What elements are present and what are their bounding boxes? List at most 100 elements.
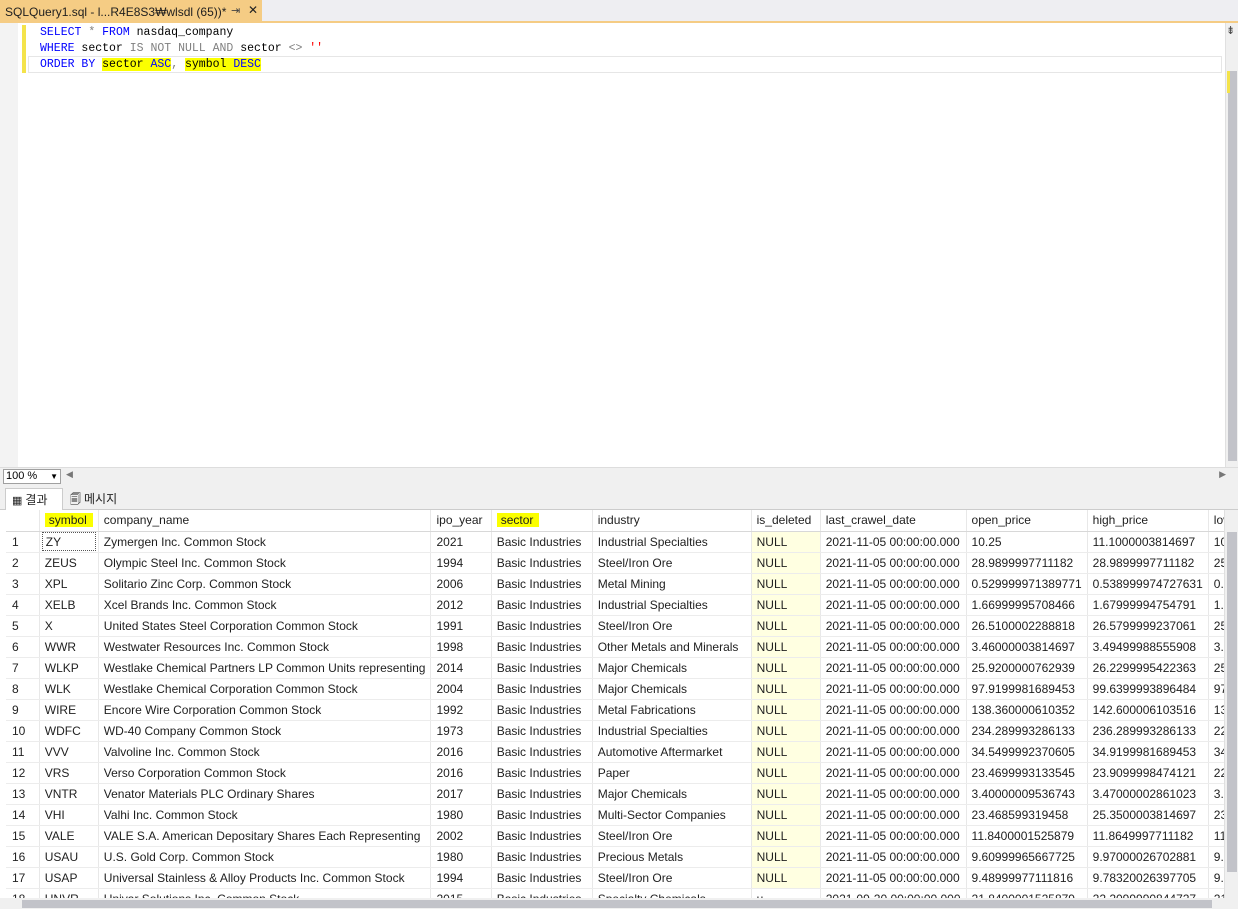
scroll-right-icon[interactable]: ▶ — [1219, 469, 1226, 480]
row-number[interactable]: 3 — [6, 573, 40, 595]
table-cell[interactable]: XPL — [39, 573, 99, 595]
table-cell[interactable]: Steel/Iron Ore — [592, 825, 752, 847]
grid-horizontal-scrollbar[interactable] — [0, 898, 1238, 909]
table-cell[interactable]: Basic Industries — [491, 573, 593, 595]
table-cell[interactable]: Steel/Iron Ore — [592, 615, 752, 637]
table-cell[interactable]: 1994 — [430, 867, 492, 889]
table-cell[interactable]: 1.67999994754791 — [1087, 594, 1209, 616]
table-cell[interactable]: WD-40 Company Common Stock — [98, 720, 432, 742]
table-cell[interactable]: Basic Industries — [491, 699, 593, 721]
row-number[interactable]: 16 — [6, 846, 40, 868]
table-cell[interactable]: NULL — [751, 552, 821, 574]
table-cell[interactable]: 2021-11-05 00:00:00.000 — [820, 636, 967, 658]
table-cell[interactable]: Metal Fabrications — [592, 699, 752, 721]
table-cell[interactable]: Basic Industries — [491, 678, 593, 700]
table-cell[interactable]: Valvoline Inc. Common Stock — [98, 741, 432, 763]
table-cell[interactable]: 9.97000026702881 — [1087, 846, 1209, 868]
row-number[interactable]: 12 — [6, 762, 40, 784]
row-number[interactable]: 4 — [6, 594, 40, 616]
table-cell[interactable]: 23.4699993133545 — [966, 762, 1088, 784]
table-cell[interactable]: NULL — [751, 741, 821, 763]
table-cell[interactable]: 138.360000610352 — [966, 699, 1088, 721]
table-cell[interactable]: NULL — [751, 573, 821, 595]
table-cell[interactable]: NULL — [751, 720, 821, 742]
table-cell[interactable]: 1973 — [430, 720, 492, 742]
row-number[interactable]: 17 — [6, 867, 40, 889]
table-cell[interactable]: 142.600006103516 — [1087, 699, 1209, 721]
table-cell[interactable]: VRS — [39, 762, 99, 784]
row-number[interactable]: 6 — [6, 636, 40, 658]
table-cell[interactable]: 1980 — [430, 846, 492, 868]
table-cell[interactable]: Industrial Specialties — [592, 531, 752, 553]
table-cell[interactable]: 99.6399993896484 — [1087, 678, 1209, 700]
table-cell[interactable]: 0.538999974727631 — [1087, 573, 1209, 595]
editor-horizontal-scrollbar[interactable]: ◀ ▶ — [66, 469, 1226, 482]
table-cell[interactable]: WIRE — [39, 699, 99, 721]
table-cell[interactable]: 2021-11-05 00:00:00.000 — [820, 657, 967, 679]
row-number[interactable]: 8 — [6, 678, 40, 700]
table-cell[interactable]: 2021-11-05 00:00:00.000 — [820, 741, 967, 763]
table-cell[interactable]: 34.9199981689453 — [1087, 741, 1209, 763]
row-number[interactable]: 11 — [6, 741, 40, 763]
table-cell[interactable]: 2012 — [430, 594, 492, 616]
table-row[interactable]: 8 WLK Westlake Chemical Corporation Common… — [6, 678, 1238, 700]
table-cell[interactable]: 1.66999995708466 — [966, 594, 1088, 616]
scrollbar-thumb[interactable] — [1228, 71, 1237, 461]
table-cell[interactable]: Basic Industries — [491, 657, 593, 679]
table-cell[interactable]: 0.529999971389771 — [966, 573, 1088, 595]
table-cell[interactable]: 26.5799999237061 — [1087, 615, 1209, 637]
zoom-select[interactable]: 100 % ▼ — [3, 469, 61, 484]
table-cell[interactable]: VALE — [39, 825, 99, 847]
table-cell[interactable]: 2021-11-05 00:00:00.000 — [820, 573, 967, 595]
table-cell[interactable]: NULL — [751, 762, 821, 784]
row-number[interactable]: 14 — [6, 804, 40, 826]
sql-editor[interactable]: SELECT * FROM nasdaq_company WHERE sector… — [0, 23, 1238, 467]
table-cell[interactable]: Basic Industries — [491, 825, 593, 847]
split-view-icon[interactable]: ⇟ — [1226, 24, 1235, 37]
table-cell[interactable]: WDFC — [39, 720, 99, 742]
table-cell[interactable]: 11.8400001525879 — [966, 825, 1088, 847]
table-cell[interactable]: 97.9199981689453 — [966, 678, 1088, 700]
table-cell[interactable]: Basic Industries — [491, 594, 593, 616]
table-cell[interactable]: NULL — [751, 699, 821, 721]
table-cell[interactable]: Zymergen Inc. Common Stock — [98, 531, 432, 553]
column-header-company-name[interactable]: company_name — [98, 510, 432, 532]
table-cell[interactable]: 28.9899997711182 — [1087, 552, 1209, 574]
table-cell[interactable]: 3.40000009536743 — [966, 783, 1088, 805]
table-cell[interactable]: 25.3500003814697 — [1087, 804, 1209, 826]
table-cell[interactable]: VNTR — [39, 783, 99, 805]
table-cell[interactable]: NULL — [751, 615, 821, 637]
row-number[interactable]: 9 — [6, 699, 40, 721]
table-cell[interactable]: Basic Industries — [491, 846, 593, 868]
table-row[interactable]: 16 USAU U.S. Gold Corp. Common Stock 1980 Ba… — [6, 846, 1238, 868]
close-icon[interactable]: ✕ — [248, 3, 258, 17]
column-header-is-deleted[interactable]: is_deleted — [751, 510, 821, 532]
table-cell[interactable]: Venator Materials PLC Ordinary Shares — [98, 783, 432, 805]
table-cell[interactable]: Basic Industries — [491, 552, 593, 574]
table-cell[interactable]: 9.78320026397705 — [1087, 867, 1209, 889]
table-cell[interactable]: United States Steel Corporation Common S… — [98, 615, 432, 637]
table-cell[interactable]: Universal Stainless & Alloy Products Inc… — [98, 867, 432, 889]
table-cell[interactable]: VHI — [39, 804, 99, 826]
table-cell[interactable]: 2021-11-05 00:00:00.000 — [820, 699, 967, 721]
row-number-header[interactable] — [6, 510, 40, 532]
table-cell[interactable]: 2021-11-05 00:00:00.000 — [820, 552, 967, 574]
table-cell[interactable]: 1991 — [430, 615, 492, 637]
table-cell[interactable]: Xcel Brands Inc. Common Stock — [98, 594, 432, 616]
table-row[interactable]: 9 WIRE Encore Wire Corporation Common Stoc… — [6, 699, 1238, 721]
table-cell[interactable]: 10.25 — [966, 531, 1088, 553]
table-cell[interactable]: 26.2299995422363 — [1087, 657, 1209, 679]
table-cell[interactable]: 2004 — [430, 678, 492, 700]
query-tab[interactable]: SQLQuery1.sql - l...R4E8S3₩wlsdl (65))* … — [0, 0, 262, 23]
pin-icon[interactable]: ⇥ — [231, 4, 240, 17]
table-cell[interactable]: Basic Industries — [491, 783, 593, 805]
table-cell[interactable]: 3.46000003814697 — [966, 636, 1088, 658]
table-cell[interactable]: Paper — [592, 762, 752, 784]
row-number[interactable]: 13 — [6, 783, 40, 805]
table-row[interactable]: 12 VRS Verso Corporation Common Stock 2016 B… — [6, 762, 1238, 784]
table-cell[interactable]: 236.289993286133 — [1087, 720, 1209, 742]
table-cell[interactable]: Solitario Zinc Corp. Common Stock — [98, 573, 432, 595]
table-cell[interactable]: Encore Wire Corporation Common Stock — [98, 699, 432, 721]
table-cell[interactable]: Multi-Sector Companies — [592, 804, 752, 826]
table-cell[interactable]: Basic Industries — [491, 636, 593, 658]
